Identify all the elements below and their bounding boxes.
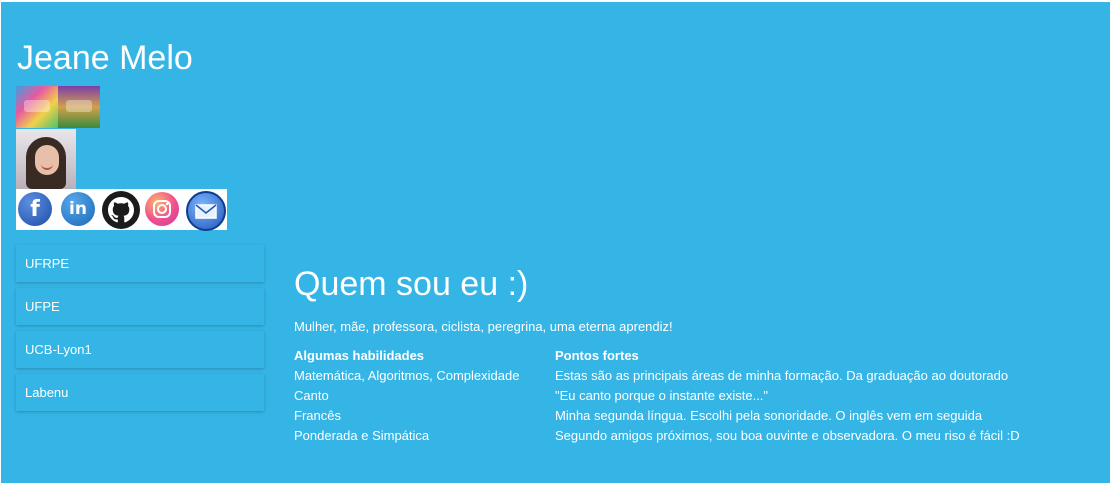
header-strengths: Pontos fortes xyxy=(555,348,639,363)
social-links: f in xyxy=(16,189,227,231)
linkedin-icon[interactable]: in xyxy=(61,192,95,226)
project-thumbnails xyxy=(16,86,100,128)
page-background: Jeane Melo f in UFRPE UFPE UCB-Lyon1 Lab… xyxy=(1,2,1110,483)
facebook-icon[interactable]: f xyxy=(18,192,52,226)
nav-item-ucb-lyon1[interactable]: UCB-Lyon1 xyxy=(16,331,264,368)
sidebar-nav: UFRPE UFPE UCB-Lyon1 Labenu xyxy=(16,245,264,417)
strength-cell: Estas são as principais áreas de minha f… xyxy=(555,368,1009,383)
nav-item-ufpe[interactable]: UFPE xyxy=(16,288,264,325)
skill-cell: Ponderada e Simpática xyxy=(294,428,430,443)
main-content: Quem sou eu :) Mulher, mãe, professora, … xyxy=(294,264,1094,443)
skill-cell: Canto xyxy=(294,388,329,403)
avatar-face xyxy=(35,145,59,175)
envelope-logo xyxy=(195,204,217,219)
skill-cell: Matemática, Algoritmos, Complexidade xyxy=(294,368,520,383)
table-row: Canto "Eu canto porque o instante existe… xyxy=(294,386,1020,406)
strength-cell: "Eu canto porque o instante existe..." xyxy=(555,388,769,403)
header-skills: Algumas habilidades xyxy=(294,348,425,363)
profile-photo xyxy=(16,129,76,189)
github-icon[interactable] xyxy=(102,191,140,229)
intro-text: Mulher, mãe, professora, ciclista, pereg… xyxy=(294,319,673,334)
site-title: Jeane Melo xyxy=(17,39,193,77)
github-logo xyxy=(108,197,134,223)
instagram-icon[interactable] xyxy=(145,192,179,226)
table-row: Matemática, Algoritmos, Complexidade Est… xyxy=(294,366,1020,386)
nav-item-labenu[interactable]: Labenu xyxy=(16,374,264,411)
table-row: Ponderada e Simpática Segundo amigos pró… xyxy=(294,426,1020,446)
strength-cell: Segundo amigos próximos, sou boa ouvinte… xyxy=(555,428,1020,443)
email-icon[interactable] xyxy=(186,191,226,231)
strength-cell: Minha segunda língua. Escolhi pela sonor… xyxy=(555,408,983,423)
table-header-row: Algumas habilidades Pontos fortes xyxy=(294,346,1020,366)
skill-cell: Francês xyxy=(294,408,341,423)
main-title: Quem sou eu :) xyxy=(294,265,529,303)
table-row: Francês Minha segunda língua. Escolhi pe… xyxy=(294,406,1020,426)
project-thumbnail-image[interactable] xyxy=(16,86,58,128)
game-thumbnail-image[interactable] xyxy=(58,86,100,128)
nav-item-ufrpe[interactable]: UFRPE xyxy=(16,245,264,282)
instagram-logo xyxy=(153,200,171,218)
skills-table: Algumas habilidades Pontos fortes Matemá… xyxy=(294,346,1020,446)
